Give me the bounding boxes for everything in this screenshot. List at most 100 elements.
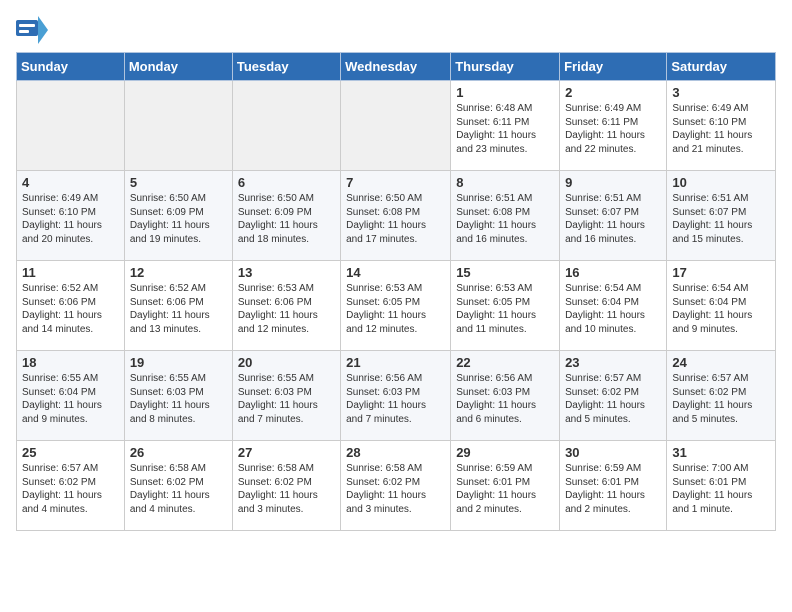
cell-content: Sunrise: 6:55 AM Sunset: 6:04 PM Dayligh… [22,372,119,426]
cell-content: Sunrise: 6:58 AM Sunset: 6:02 PM Dayligh… [346,462,445,516]
calendar-cell: 22 Sunrise: 6:56 AM Sunset: 6:03 PM Dayli… [451,351,560,441]
calendar-week-row: 4 Sunrise: 6:49 AM Sunset: 6:10 PM Daylig… [17,171,776,261]
page-header [16,16,776,44]
calendar-cell: 3 Sunrise: 6:49 AM Sunset: 6:10 PM Daylig… [667,81,776,171]
day-number: 7 [346,175,445,190]
day-number: 6 [238,175,335,190]
calendar-week-row: 1 Sunrise: 6:48 AM Sunset: 6:11 PM Daylig… [17,81,776,171]
day-number: 9 [565,175,661,190]
cell-content: Sunrise: 6:49 AM Sunset: 6:10 PM Dayligh… [672,102,770,156]
cell-content: Sunrise: 6:51 AM Sunset: 6:07 PM Dayligh… [672,192,770,246]
weekday-header: Thursday [451,53,560,81]
calendar-cell: 29 Sunrise: 6:59 AM Sunset: 6:01 PM Dayli… [451,441,560,531]
calendar-cell [17,81,125,171]
day-number: 11 [22,265,119,280]
day-number: 3 [672,85,770,100]
day-number: 29 [456,445,554,460]
day-number: 19 [130,355,227,370]
cell-content: Sunrise: 6:50 AM Sunset: 6:09 PM Dayligh… [130,192,227,246]
calendar-cell: 10 Sunrise: 6:51 AM Sunset: 6:07 PM Dayli… [667,171,776,261]
day-number: 27 [238,445,335,460]
day-number: 10 [672,175,770,190]
calendar-cell: 21 Sunrise: 6:56 AM Sunset: 6:03 PM Dayli… [341,351,451,441]
cell-content: Sunrise: 6:52 AM Sunset: 6:06 PM Dayligh… [22,282,119,336]
calendar-cell: 7 Sunrise: 6:50 AM Sunset: 6:08 PM Daylig… [341,171,451,261]
day-number: 4 [22,175,119,190]
cell-content: Sunrise: 6:54 AM Sunset: 6:04 PM Dayligh… [672,282,770,336]
calendar-cell: 23 Sunrise: 6:57 AM Sunset: 6:02 PM Dayli… [560,351,667,441]
cell-content: Sunrise: 6:59 AM Sunset: 6:01 PM Dayligh… [565,462,661,516]
day-number: 26 [130,445,227,460]
day-number: 23 [565,355,661,370]
cell-content: Sunrise: 6:52 AM Sunset: 6:06 PM Dayligh… [130,282,227,336]
calendar-cell: 2Sunrise: 6:49 AM Sunset: 6:11 PM Daylig… [560,81,667,171]
cell-content: Sunrise: 6:53 AM Sunset: 6:05 PM Dayligh… [456,282,554,336]
calendar-cell [232,81,340,171]
day-number: 20 [238,355,335,370]
cell-content: Sunrise: 6:58 AM Sunset: 6:02 PM Dayligh… [238,462,335,516]
calendar-cell: 30 Sunrise: 6:59 AM Sunset: 6:01 PM Dayli… [560,441,667,531]
calendar-cell: 13Sunrise: 6:53 AM Sunset: 6:06 PM Dayli… [232,261,340,351]
calendar-cell: 27 Sunrise: 6:58 AM Sunset: 6:02 PM Dayli… [232,441,340,531]
cell-content: Sunrise: 6:58 AM Sunset: 6:02 PM Dayligh… [130,462,227,516]
weekday-header: Friday [560,53,667,81]
calendar-cell: 4 Sunrise: 6:49 AM Sunset: 6:10 PM Daylig… [17,171,125,261]
day-number: 25 [22,445,119,460]
calendar-cell: 14 Sunrise: 6:53 AM Sunset: 6:05 PM Dayli… [341,261,451,351]
day-number: 17 [672,265,770,280]
calendar-cell: 15 Sunrise: 6:53 AM Sunset: 6:05 PM Dayli… [451,261,560,351]
calendar-cell: 28 Sunrise: 6:58 AM Sunset: 6:02 PM Dayli… [341,441,451,531]
weekday-header: Saturday [667,53,776,81]
cell-content: Sunrise: 6:59 AM Sunset: 6:01 PM Dayligh… [456,462,554,516]
cell-content: Sunrise: 6:50 AM Sunset: 6:09 PM Dayligh… [238,192,335,246]
cell-content: Sunrise: 6:51 AM Sunset: 6:07 PM Dayligh… [565,192,661,246]
logo-icon [16,16,48,44]
cell-content: Sunrise: 6:54 AM Sunset: 6:04 PM Dayligh… [565,282,661,336]
weekday-header: Monday [124,53,232,81]
day-number: 22 [456,355,554,370]
calendar-header-row: SundayMondayTuesdayWednesdayThursdayFrid… [17,53,776,81]
day-number: 28 [346,445,445,460]
calendar-cell: 18 Sunrise: 6:55 AM Sunset: 6:04 PM Dayli… [17,351,125,441]
calendar-cell: 12 Sunrise: 6:52 AM Sunset: 6:06 PM Dayli… [124,261,232,351]
day-number: 14 [346,265,445,280]
cell-content: Sunrise: 6:56 AM Sunset: 6:03 PM Dayligh… [456,372,554,426]
calendar-cell: 31 Sunrise: 7:00 AM Sunset: 6:01 PM Dayli… [667,441,776,531]
cell-content: Sunrise: 6:57 AM Sunset: 6:02 PM Dayligh… [672,372,770,426]
calendar-week-row: 18 Sunrise: 6:55 AM Sunset: 6:04 PM Dayli… [17,351,776,441]
day-number: 30 [565,445,661,460]
cell-content: Sunrise: 6:57 AM Sunset: 6:02 PM Dayligh… [565,372,661,426]
calendar-week-row: 11 Sunrise: 6:52 AM Sunset: 6:06 PM Dayli… [17,261,776,351]
cell-content: Sunrise: 6:48 AM Sunset: 6:11 PM Dayligh… [456,102,554,156]
day-number: 31 [672,445,770,460]
calendar-cell: 9 Sunrise: 6:51 AM Sunset: 6:07 PM Daylig… [560,171,667,261]
day-number: 1 [456,85,554,100]
day-number: 21 [346,355,445,370]
cell-content: Sunrise: 6:49 AM Sunset: 6:10 PM Dayligh… [22,192,119,246]
day-number: 18 [22,355,119,370]
logo [16,16,50,44]
day-number: 13 [238,265,335,280]
calendar-cell: 8 Sunrise: 6:51 AM Sunset: 6:08 PM Daylig… [451,171,560,261]
cell-content: Sunrise: 6:53 AM Sunset: 6:05 PM Dayligh… [346,282,445,336]
calendar-cell: 19Sunrise: 6:55 AM Sunset: 6:03 PM Dayli… [124,351,232,441]
calendar-cell: 11 Sunrise: 6:52 AM Sunset: 6:06 PM Dayli… [17,261,125,351]
day-number: 12 [130,265,227,280]
calendar-cell: 24 Sunrise: 6:57 AM Sunset: 6:02 PM Dayli… [667,351,776,441]
weekday-header: Sunday [17,53,125,81]
cell-content: Sunrise: 7:00 AM Sunset: 6:01 PM Dayligh… [672,462,770,516]
calendar-cell: 16Sunrise: 6:54 AM Sunset: 6:04 PM Dayli… [560,261,667,351]
day-number: 15 [456,265,554,280]
cell-content: Sunrise: 6:50 AM Sunset: 6:08 PM Dayligh… [346,192,445,246]
day-number: 8 [456,175,554,190]
day-number: 24 [672,355,770,370]
cell-content: Sunrise: 6:51 AM Sunset: 6:08 PM Dayligh… [456,192,554,246]
calendar-cell: 5 Sunrise: 6:50 AM Sunset: 6:09 PM Daylig… [124,171,232,261]
day-number: 5 [130,175,227,190]
calendar-table: SundayMondayTuesdayWednesdayThursdayFrid… [16,52,776,531]
weekday-header: Wednesday [341,53,451,81]
calendar-cell: 1 Sunrise: 6:48 AM Sunset: 6:11 PM Daylig… [451,81,560,171]
cell-content: Sunrise: 6:56 AM Sunset: 6:03 PM Dayligh… [346,372,445,426]
cell-content: Sunrise: 6:49 AM Sunset: 6:11 PM Dayligh… [565,102,661,156]
calendar-cell: 6 Sunrise: 6:50 AM Sunset: 6:09 PM Daylig… [232,171,340,261]
